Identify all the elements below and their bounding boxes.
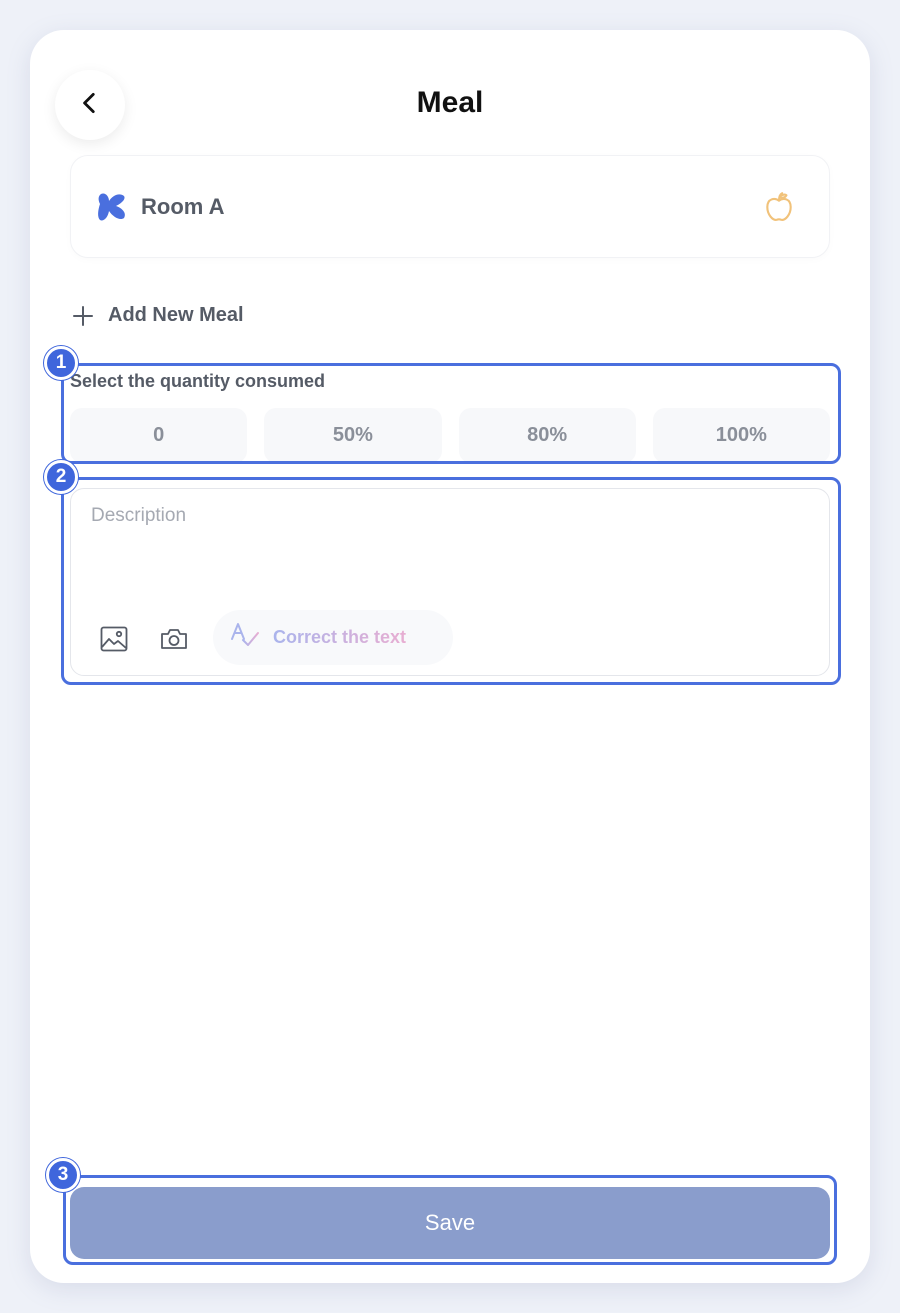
plus-icon — [72, 305, 94, 327]
correct-text-button[interactable]: Correct the text — [213, 610, 453, 665]
description-input[interactable] — [91, 505, 791, 595]
add-new-meal-button[interactable]: Add New Meal — [72, 304, 244, 327]
annotation-badge-2: 2 — [44, 460, 78, 494]
correct-text-label: Correct the text — [273, 627, 407, 647]
description-card: Correct the text — [70, 488, 830, 676]
image-icon[interactable] — [98, 623, 130, 655]
quantity-option-0[interactable]: 0 — [70, 408, 248, 463]
annotation-badge-3: 3 — [46, 1158, 80, 1192]
apple-icon — [761, 189, 797, 225]
annotation-badge-1: 1 — [44, 346, 78, 380]
quantity-option-80[interactable]: 80% — [458, 408, 636, 463]
room-logo-icon — [95, 190, 129, 224]
quantity-label: Select the quantity consumed — [70, 371, 326, 391]
quantity-option-50[interactable]: 50% — [264, 408, 442, 463]
camera-icon[interactable] — [158, 623, 190, 655]
meal-screen: Meal Room A Add New Meal Select the quan… — [30, 30, 870, 1283]
save-button[interactable]: Save — [70, 1187, 830, 1259]
spellcheck-icon — [229, 621, 261, 654]
quantity-options: 0 50% 80% 100% — [70, 408, 830, 463]
page-title: Meal — [416, 86, 484, 119]
quantity-option-100[interactable]: 100% — [652, 408, 830, 463]
room-card: Room A — [70, 155, 830, 258]
add-new-meal-label: Add New Meal — [108, 304, 244, 326]
room-name: Room A — [141, 193, 225, 219]
